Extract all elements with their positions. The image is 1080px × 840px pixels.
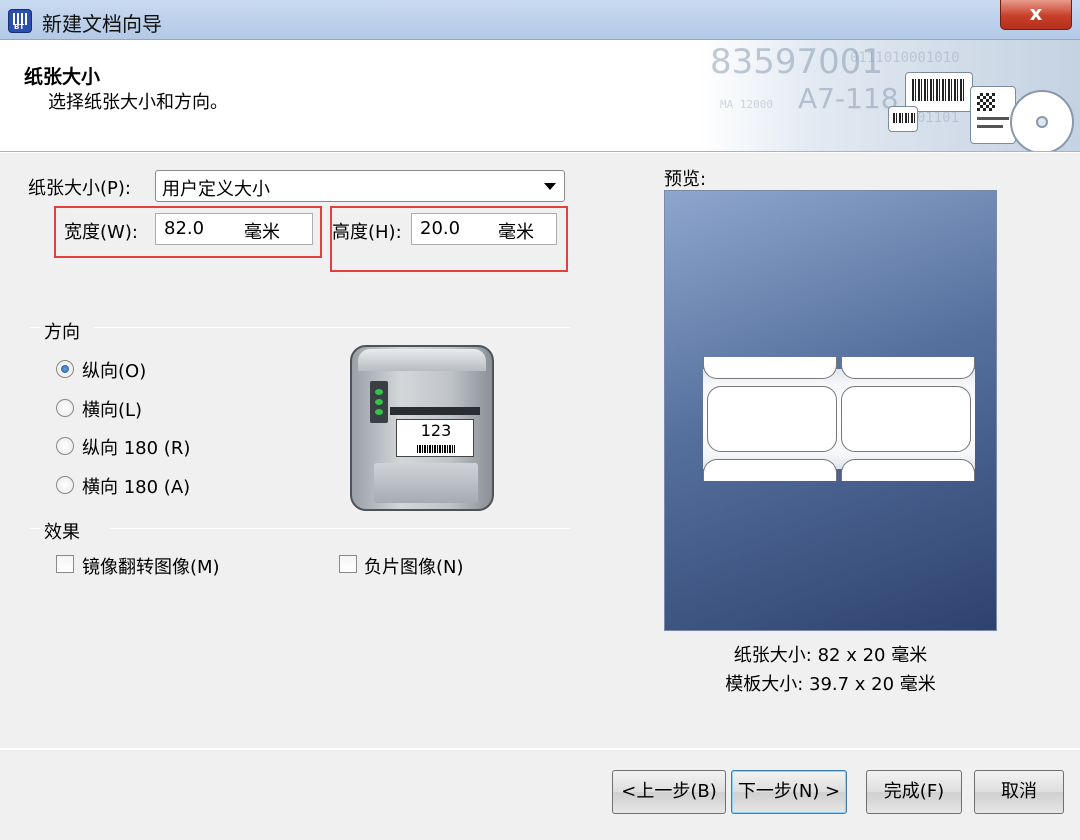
radio-portrait[interactable]	[56, 360, 74, 378]
negative-checkbox[interactable]	[339, 555, 357, 573]
close-button[interactable]: x	[1000, 0, 1072, 30]
radio-landscape-label[interactable]: 横向(L)	[82, 396, 142, 422]
paper-size-dropdown[interactable]: 用户定义大小	[155, 170, 565, 202]
width-unit: 毫米	[244, 222, 280, 243]
width-label: 宽度(W):	[64, 222, 138, 243]
banner-text-2: A7-118	[798, 82, 899, 115]
effects-divider	[110, 528, 570, 529]
wizard-header: 纸张大小 选择纸张大小和方向。 83597001 A7-118 01110100…	[0, 40, 1080, 152]
radio-landscape[interactable]	[56, 399, 74, 417]
paper-size-label: 纸张大小(P):	[28, 178, 131, 199]
page-subtitle: 选择纸张大小和方向。	[48, 92, 228, 113]
negative-label[interactable]: 负片图像(N)	[364, 553, 464, 579]
qr-label-icon	[970, 86, 1016, 144]
radio-portrait-label[interactable]: 纵向(O)	[82, 357, 146, 383]
effects-divider-left	[30, 528, 40, 529]
preview-label-right	[841, 386, 971, 452]
preview-template-size: 模板大小: 39.7 x 20 毫米	[725, 674, 936, 695]
radio-landscape-180-label[interactable]: 横向 180 (A)	[82, 473, 190, 499]
banner-text-3: 0111010001010	[850, 50, 960, 66]
preview-panel	[664, 190, 997, 631]
height-field[interactable]: 20.0 毫米	[411, 213, 557, 245]
app-icon: BT	[8, 9, 32, 33]
printer-label-sample: 123	[396, 419, 474, 457]
radio-portrait-180[interactable]	[56, 437, 74, 455]
title-bar: BT 新建文档向导 x	[0, 0, 1080, 40]
radio-landscape-180[interactable]	[56, 476, 74, 494]
page-title: 纸张大小	[24, 66, 101, 88]
preview-label: 预览:	[664, 169, 707, 190]
printer-illustration: 123	[348, 345, 496, 513]
mirror-label[interactable]: 镜像翻转图像(M)	[82, 553, 220, 579]
mirror-checkbox[interactable]	[56, 555, 74, 573]
footer-divider	[0, 748, 1080, 749]
height-unit: 毫米	[498, 222, 534, 243]
window-title: 新建文档向导	[42, 12, 162, 36]
preview-label-left	[707, 386, 837, 452]
next-button[interactable]: 下一步(N) >	[731, 770, 847, 814]
radio-portrait-180-label[interactable]: 纵向 180 (R)	[82, 434, 190, 460]
printer-label-text: 123	[420, 421, 452, 440]
width-value: 82.0	[164, 218, 205, 239]
label-strip	[703, 357, 975, 481]
effects-group-label: 效果	[44, 522, 80, 543]
disc-icon	[1010, 90, 1074, 151]
back-button[interactable]: <上一步(B)	[612, 770, 726, 814]
small-label-icon	[888, 106, 918, 132]
finish-button[interactable]: 完成(F)	[866, 770, 962, 814]
height-value: 20.0	[420, 218, 461, 239]
orientation-divider-left	[30, 327, 40, 328]
orientation-group-label: 方向	[44, 322, 80, 343]
height-label: 高度(H):	[332, 222, 402, 243]
cancel-button[interactable]: 取消	[974, 770, 1064, 814]
banner-text-5: MA 12000	[720, 98, 773, 111]
paper-size-value: 用户定义大小	[162, 179, 270, 200]
preview-paper-size: 纸张大小: 82 x 20 毫米	[733, 645, 928, 666]
chevron-down-icon[interactable]	[544, 183, 556, 190]
barcode-icon	[417, 445, 455, 453]
orientation-divider	[94, 327, 570, 328]
width-field[interactable]: 82.0 毫米	[155, 213, 313, 245]
